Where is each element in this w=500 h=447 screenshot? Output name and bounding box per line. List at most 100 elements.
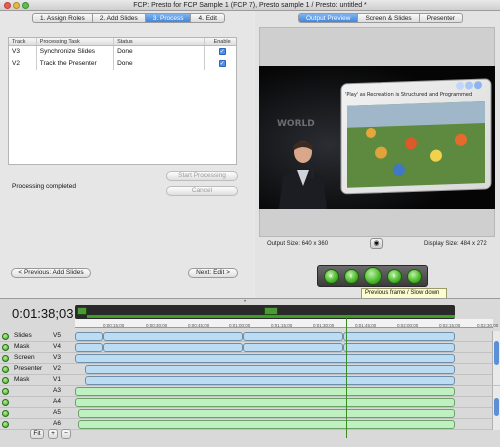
track-label: Presenter — [14, 365, 43, 372]
enable-cell: ✓ — [205, 46, 236, 58]
camera-snapshot-icon[interactable]: ◉ — [370, 238, 383, 249]
tab-add-slides[interactable]: 2. Add Slides — [93, 14, 146, 22]
zoom-in-button[interactable]: + — [48, 429, 58, 439]
start-processing-button[interactable]: Start Processing — [166, 171, 238, 181]
track-id: A5 — [53, 409, 61, 416]
window-title-bar: FCP: Presto for FCP Sample 1 (FCP 7), Pr… — [0, 0, 500, 11]
window-title: FCP: Presto for FCP Sample 1 (FCP 7), Pr… — [133, 2, 367, 9]
output-size-label: Output Size: 640 x 360 — [267, 241, 329, 247]
table-row[interactable]: V2 Track the Presenter Done ✓ — [9, 58, 236, 70]
track-id: A4 — [53, 398, 61, 405]
scrollbar-thumb[interactable] — [494, 398, 499, 416]
tab-assign-roles[interactable]: 1. Assign Roles — [33, 14, 93, 22]
splitter-handle-icon[interactable]: • — [244, 299, 246, 305]
fast-forward-icon[interactable] — [406, 268, 422, 284]
column-header-track: Track — [9, 38, 37, 45]
clip[interactable] — [343, 343, 455, 352]
audio-speaker-icon[interactable] — [2, 410, 9, 417]
audio-clip[interactable] — [75, 398, 455, 407]
enable-cell: ✓ — [205, 58, 236, 70]
clip[interactable] — [85, 376, 455, 385]
previous-add-slides-button[interactable]: < Previous: Add Slides — [11, 268, 91, 278]
row-task: Synchronize Slides — [37, 46, 115, 58]
clip[interactable] — [75, 332, 103, 341]
clip[interactable] — [103, 332, 243, 341]
next-frame-icon[interactable]: › — [386, 268, 402, 284]
tab-edit[interactable]: 4. Edit — [191, 14, 223, 22]
marker-range — [87, 315, 455, 318]
tab-presenter[interactable]: Presenter — [420, 14, 462, 22]
preview-image: WORLD 'Play' as Recreation is Structured — [259, 66, 495, 209]
scrollbar-thumb[interactable] — [494, 341, 499, 365]
row-track: V2 — [9, 58, 37, 70]
row-task: Track the Presenter — [37, 58, 115, 70]
track-row-a4[interactable]: A4 — [0, 397, 500, 408]
zoom-out-button[interactable]: − — [61, 429, 71, 439]
ruler-tick: 0:01:45;00 — [355, 323, 377, 328]
tab-process[interactable]: 3. Process — [145, 14, 192, 22]
clip[interactable] — [85, 365, 455, 374]
track-row-v4[interactable]: Mask V4 — [0, 342, 500, 353]
clip[interactable] — [243, 343, 343, 352]
clip[interactable] — [343, 332, 455, 341]
audio-clip[interactable] — [75, 387, 455, 396]
time-ruler[interactable]: 0:00:15;00 0:00:30;00 0:00:45;00 0:01:00… — [75, 319, 498, 328]
track-row-v1[interactable]: Mask V1 — [0, 375, 500, 386]
processing-panel: 1. Assign Roles 2. Add Slides 3. Process… — [0, 11, 253, 298]
clip[interactable] — [243, 332, 343, 341]
track-row-v5[interactable]: Slides V5 — [0, 331, 500, 342]
track-row-a3[interactable]: A3 — [0, 386, 500, 397]
ruler-tick: 0:02:30;00 — [477, 323, 499, 328]
track-row-v2[interactable]: Presenter V2 — [0, 364, 500, 375]
rewind-icon[interactable]: « — [323, 268, 339, 284]
table-row[interactable]: V3 Synchronize Slides Done ✓ — [9, 46, 236, 58]
track-enable-icon[interactable] — [2, 377, 9, 384]
preview-tabs: Output Preview Screen & Slides Presenter — [298, 13, 463, 23]
camera-marker-icon[interactable] — [264, 307, 278, 315]
play-button[interactable] — [363, 267, 382, 285]
clip[interactable] — [75, 354, 455, 363]
next-edit-button[interactable]: Next: Edit > — [188, 268, 238, 278]
previous-frame-icon[interactable]: ‹ — [343, 268, 359, 284]
audio-tracks-scrollbar[interactable] — [492, 386, 500, 430]
audio-speaker-icon[interactable] — [2, 399, 9, 406]
video-tracks-scrollbar[interactable] — [492, 331, 500, 385]
track-id: V3 — [53, 354, 61, 361]
track-enable-icon[interactable] — [2, 333, 9, 340]
close-window-button[interactable] — [4, 2, 11, 9]
audio-speaker-icon[interactable] — [2, 421, 9, 428]
track-label: Screen — [14, 354, 35, 361]
cancel-button[interactable]: Cancel — [166, 186, 238, 196]
track-enable-icon[interactable] — [2, 344, 9, 351]
track-id: V2 — [53, 365, 61, 372]
tab-screen-slides[interactable]: Screen & Slides — [358, 14, 420, 22]
track-enable-icon[interactable] — [2, 366, 9, 373]
clip[interactable] — [103, 343, 243, 352]
audio-clip[interactable] — [78, 420, 455, 429]
camera-marker-icon[interactable] — [77, 307, 87, 315]
track-id: A3 — [53, 387, 61, 394]
audio-speaker-icon[interactable] — [2, 388, 9, 395]
track-row-v3[interactable]: Screen V3 — [0, 353, 500, 364]
fit-button[interactable]: Fit — [30, 429, 44, 439]
track-label: Slides — [14, 332, 32, 339]
minimize-window-button[interactable] — [13, 2, 20, 9]
tab-output-preview[interactable]: Output Preview — [299, 14, 359, 22]
column-header-status: Status — [114, 38, 206, 45]
audio-clip[interactable] — [78, 409, 455, 418]
marker-bar[interactable] — [75, 305, 455, 319]
clip[interactable] — [75, 343, 103, 352]
enable-checkbox[interactable]: ✓ — [218, 59, 226, 67]
output-preview-video[interactable]: WORLD 'Play' as Recreation is Structured — [259, 66, 495, 209]
display-size-label: Display Size: 484 x 272 — [424, 241, 487, 247]
slide-title: 'Play' as Recreation is Structured and P… — [345, 92, 472, 98]
ruler-tick: 0:01:30;00 — [313, 323, 335, 328]
processing-task-table: Track Processing Task Status Enable V3 S… — [8, 37, 237, 165]
track-enable-icon[interactable] — [2, 355, 9, 362]
playhead[interactable] — [346, 317, 347, 438]
track-row-a5[interactable]: A5 — [0, 408, 500, 419]
column-header-task: Processing Task — [37, 38, 115, 45]
track-row-a6[interactable]: A6 — [0, 419, 500, 430]
zoom-window-button[interactable] — [22, 2, 29, 9]
enable-checkbox[interactable]: ✓ — [218, 47, 226, 55]
